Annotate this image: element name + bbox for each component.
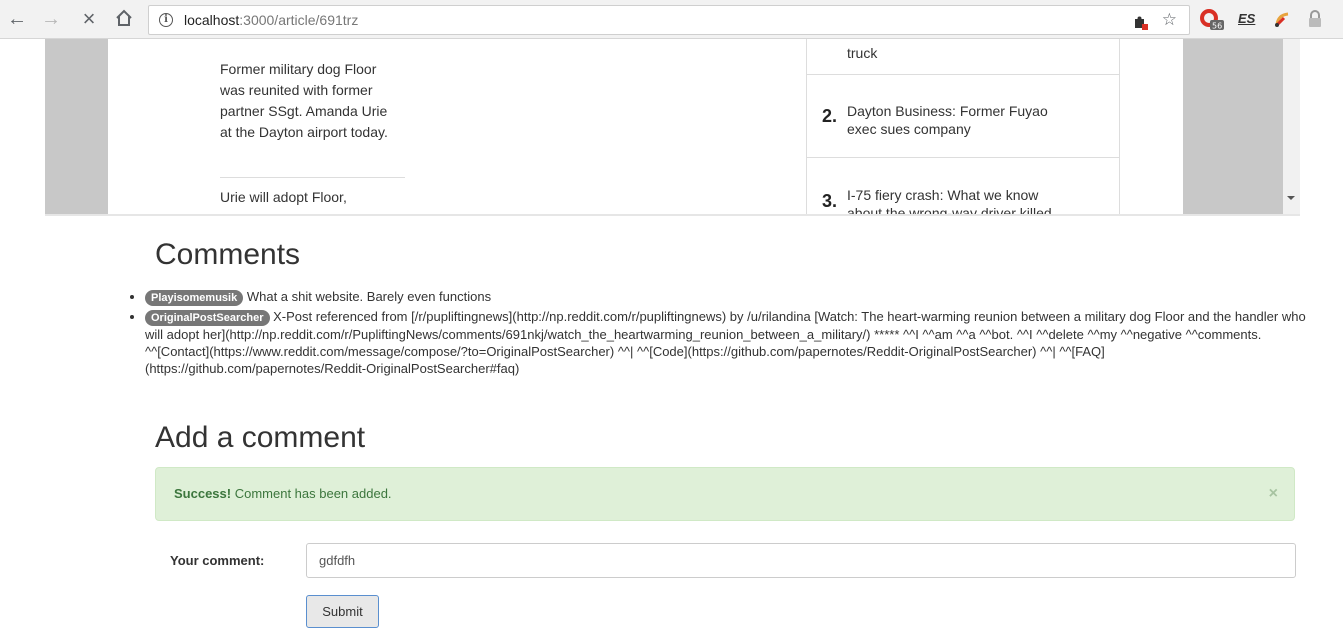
embedded-page: Former military dog Floor was reunited w… — [108, 39, 1183, 214]
divider — [220, 177, 405, 178]
comment-item: OriginalPostSearcher X-Post referenced f… — [145, 308, 1325, 377]
embedded-article-frame[interactable]: Former military dog Floor was reunited w… — [45, 39, 1300, 216]
trending-link[interactable]: Dayton Business: Former Fuyao exec sues … — [847, 102, 1077, 138]
extension-alert-icon[interactable] — [1133, 12, 1149, 30]
article-paragraph: Former military dog Floor was reunited w… — [220, 61, 388, 140]
lock-extension-icon[interactable] — [1306, 9, 1326, 29]
alert-message: Success! Comment has been added. — [174, 486, 392, 501]
trending-link[interactable]: truck — [847, 44, 1077, 62]
feed-extension-icon[interactable] — [1272, 9, 1292, 29]
success-alert: Success! Comment has been added. × — [155, 467, 1295, 521]
scroll-down-arrow-icon[interactable] — [1287, 196, 1295, 200]
comment-input[interactable] — [306, 543, 1296, 578]
trending-item[interactable]: 3. I-75 fiery crash: What we know about … — [807, 158, 1119, 214]
home-icon[interactable] — [113, 8, 135, 30]
trending-list: truck 2. Dayton Business: Former Fuyao e… — [806, 39, 1120, 214]
trending-item[interactable]: truck — [807, 39, 1119, 75]
comment-text: X-Post referenced from [/r/pupliftingnew… — [145, 309, 1306, 376]
url-text[interactable]: localhost:3000/article/691trz — [184, 6, 358, 34]
svg-text:56: 56 — [1212, 22, 1222, 31]
comment-author-badge: Playisomemusik — [145, 290, 244, 306]
comment-author-badge: OriginalPostSearcher — [145, 310, 270, 326]
comment-text: What a shit website. Barely even functio… — [246, 289, 492, 304]
browser-toolbar: ← → × i localhost:3000/article/691trz ☆ … — [0, 0, 1343, 39]
comments-heading: Comments — [155, 238, 301, 271]
comment-item: Playisomemusik What a shit website. Bare… — [145, 288, 1325, 306]
trending-number: 2. — [822, 106, 838, 126]
site-info-icon[interactable]: i — [159, 13, 173, 27]
opera-extension-icon[interactable]: 56 — [1200, 9, 1226, 31]
back-arrow-icon[interactable]: ← — [6, 8, 28, 30]
comments-list: Playisomemusik What a shit website. Bare… — [127, 288, 1325, 379]
trending-item[interactable]: 2. Dayton Business: Former Fuyao exec su… — [807, 75, 1119, 158]
close-icon[interactable]: × — [1269, 468, 1278, 520]
forward-arrow-icon[interactable]: → — [40, 8, 62, 30]
bookmark-star-icon[interactable]: ☆ — [1162, 6, 1177, 34]
es-extension-icon[interactable]: ES — [1238, 9, 1262, 29]
stop-loading-icon[interactable]: × — [78, 8, 100, 30]
article-paragraph: Urie will adopt Floor, — [220, 189, 347, 205]
frame-scrollbar[interactable] — [1283, 39, 1300, 214]
trending-link[interactable]: I-75 fiery crash: What we know about the… — [847, 186, 1077, 214]
article-body: Former military dog Floor was reunited w… — [220, 39, 470, 214]
address-bar[interactable]: i localhost:3000/article/691trz ☆ — [148, 5, 1190, 35]
trending-number: 3. — [822, 191, 838, 211]
add-comment-heading: Add a comment — [155, 421, 366, 454]
comment-label: Your comment: — [170, 553, 265, 568]
submit-button[interactable]: Submit — [306, 595, 379, 628]
